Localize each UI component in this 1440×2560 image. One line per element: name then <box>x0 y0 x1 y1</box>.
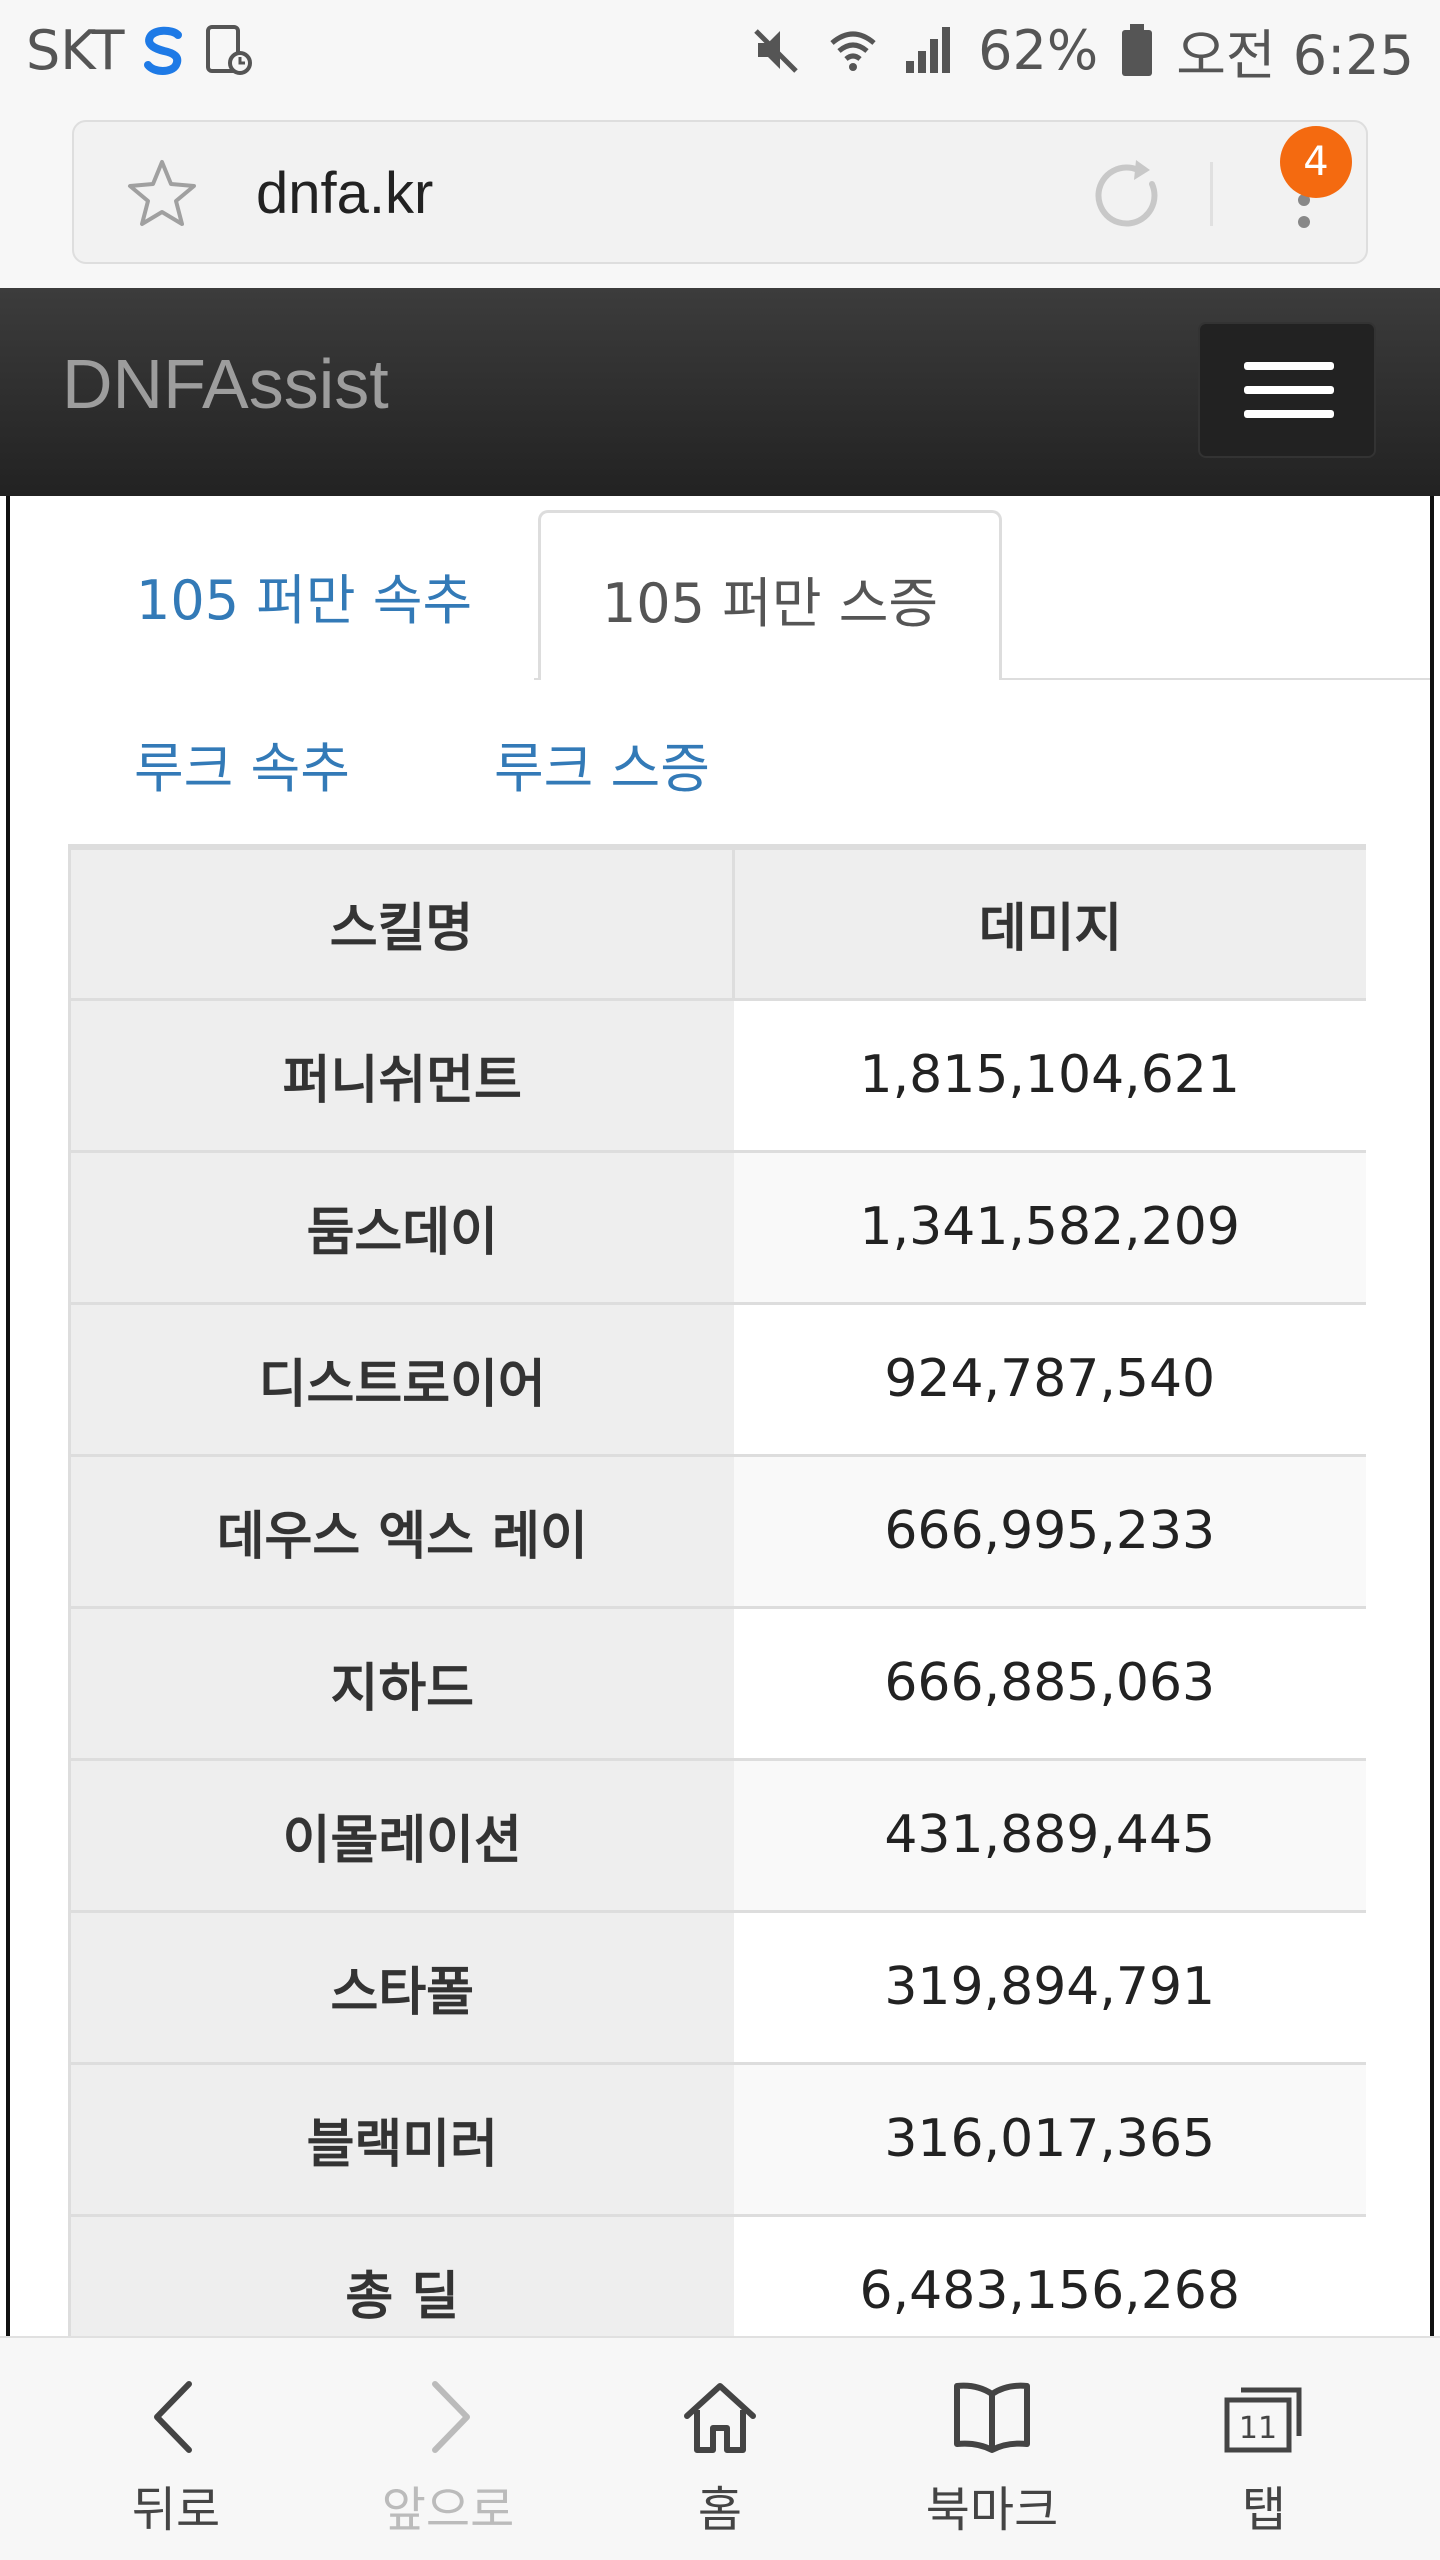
skill-name: 둠스데이 <box>68 1151 734 1305</box>
damage-value: 319,894,791 <box>733 1911 1366 2065</box>
url-text[interactable]: dnfa.kr <box>256 160 433 227</box>
column-header-damage: 데미지 <box>732 844 1366 1001</box>
forward-button[interactable]: 앞으로 <box>338 2372 558 2542</box>
damage-table: 스킬명 데미지 퍼니쉬먼트 1,815,104,621 둠스데이 1,341,5… <box>68 844 1366 2336</box>
tab-105-skill-boost[interactable]: 105 퍼만 스증 <box>538 510 1002 680</box>
home-button[interactable]: 홈 <box>610 2372 830 2542</box>
clock: 오전 6:25 <box>1176 23 1414 87</box>
tab-105-speed[interactable]: 105 퍼만 속추 <box>136 556 472 635</box>
back-button[interactable]: 뒤로 <box>66 2372 286 2542</box>
chevron-left-icon <box>154 2381 192 2453</box>
battery-icon <box>1122 24 1153 76</box>
mute-icon <box>754 29 798 73</box>
carrier-s-icon <box>144 26 183 75</box>
tabs-button[interactable]: 11 탭 <box>1154 2372 1374 2542</box>
main-tabs: 105 퍼만 속추 105 퍼만 스증 <box>10 496 1430 680</box>
site-brand[interactable]: DNFAssist <box>62 344 389 424</box>
home-label: 홈 <box>697 2482 743 2538</box>
table-row: 디스트로이어 924,787,540 <box>68 1303 1366 1457</box>
table-row-total: 총 딜 6,483,156,268 <box>68 2215 1366 2336</box>
status-bar: SKT 62% 오전 6:25 <box>0 0 1440 100</box>
damage-value: 924,787,540 <box>733 1303 1366 1457</box>
skill-name: 이몰레이션 <box>68 1759 734 1913</box>
tabs-label: 탭 <box>1241 2482 1287 2538</box>
table-row: 스타폴 319,894,791 <box>68 1911 1366 2065</box>
skill-name: 지하드 <box>68 1607 734 1761</box>
tabs-icon: 11 <box>1224 2387 1302 2453</box>
skill-name: 스타폴 <box>68 1911 734 2065</box>
notification-badge: 4 <box>1280 126 1352 198</box>
main-content: 105 퍼만 속추 105 퍼만 스증 루크 속추 루크 스증 스킬명 데미지 … <box>6 496 1434 2336</box>
back-label: 뒤로 <box>131 2482 221 2538</box>
table-row: 지하드 666,885,063 <box>68 1607 1366 1761</box>
star-icon[interactable] <box>124 156 200 232</box>
table-header-row: 스킬명 데미지 <box>68 844 1366 1001</box>
damage-value: 666,995,233 <box>733 1455 1366 1609</box>
damage-value: 1,341,582,209 <box>733 1151 1366 1305</box>
column-header-skill: 스킬명 <box>68 844 734 1001</box>
skill-name: 퍼니쉬먼트 <box>68 999 734 1153</box>
tab-label: 105 퍼만 스증 <box>601 572 939 635</box>
bookmarks-label: 북마크 <box>925 2482 1059 2538</box>
chevron-right-icon <box>432 2381 470 2453</box>
reload-icon[interactable] <box>1092 158 1168 234</box>
carrier-label: SKT <box>26 18 125 82</box>
address-bar-divider <box>1210 162 1213 226</box>
subtab-luke-speed[interactable]: 루크 속추 <box>134 724 350 803</box>
total-label: 총 딜 <box>68 2215 734 2336</box>
skill-name: 데우스 엑스 레이 <box>68 1455 734 1609</box>
screen-recorder-icon <box>206 25 253 75</box>
home-icon <box>684 2383 756 2453</box>
forward-label: 앞으로 <box>381 2482 515 2538</box>
book-icon <box>954 2382 1030 2453</box>
damage-value: 1,815,104,621 <box>733 999 1366 1153</box>
browser-bottom-bar: 뒤로 앞으로 홈 북마크 11 탭 <box>0 2336 1440 2560</box>
skill-name: 디스트로이어 <box>68 1303 734 1457</box>
site-navbar: DNFAssist <box>0 288 1440 496</box>
browser-toolbar: dnfa.kr 4 <box>0 100 1440 288</box>
wifi-icon <box>830 31 876 71</box>
address-bar[interactable]: dnfa.kr 4 <box>72 120 1368 264</box>
total-damage-value: 6,483,156,268 <box>733 2215 1366 2336</box>
table-row: 블랙미러 316,017,365 <box>68 2063 1366 2217</box>
table-row: 데우스 엑스 레이 666,995,233 <box>68 1455 1366 1609</box>
damage-value: 431,889,445 <box>733 1759 1366 1913</box>
battery-percent: 62% <box>978 18 1099 82</box>
table-row: 이몰레이션 431,889,445 <box>68 1759 1366 1913</box>
tab-count: 11 <box>1239 2411 1277 2446</box>
table-row: 둠스데이 1,341,582,209 <box>68 1151 1366 1305</box>
table-row: 퍼니쉬먼트 1,815,104,621 <box>68 999 1366 1153</box>
damage-value: 316,017,365 <box>733 2063 1366 2217</box>
hamburger-menu-button[interactable] <box>1198 322 1376 458</box>
damage-value: 666,885,063 <box>733 1607 1366 1761</box>
subtab-luke-skill-boost[interactable]: 루크 스증 <box>494 724 710 803</box>
skill-name: 블랙미러 <box>68 2063 734 2217</box>
signal-icon <box>906 27 951 73</box>
bookmarks-button[interactable]: 북마크 <box>882 2372 1102 2542</box>
